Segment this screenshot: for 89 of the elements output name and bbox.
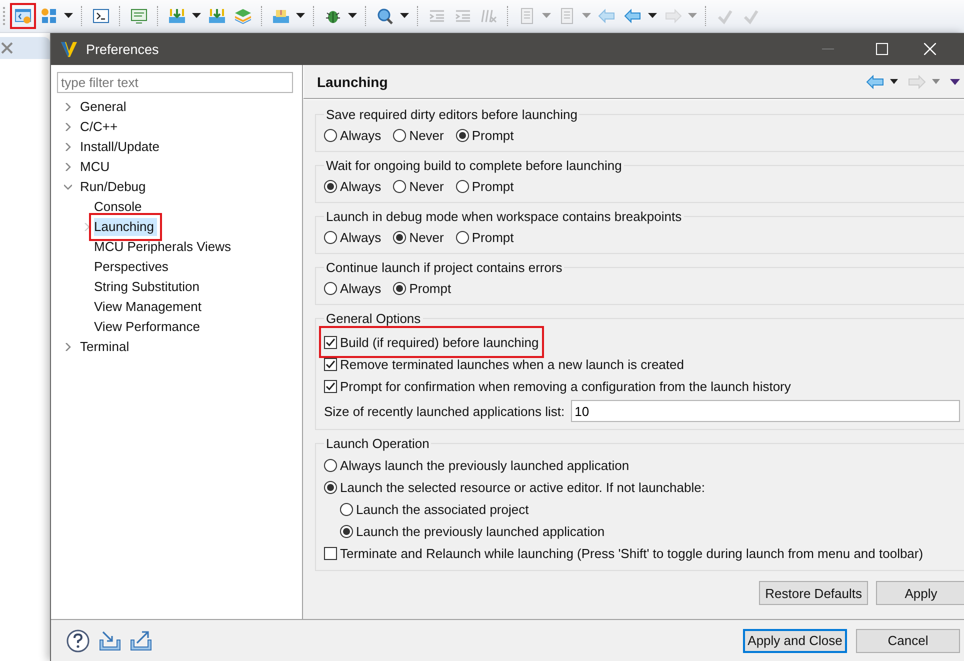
- dialog-button[interactable]: Apply and Close: [743, 628, 847, 652]
- tree-item[interactable]: Run/Debug: [79, 178, 149, 196]
- radio-circle[interactable]: [324, 128, 337, 142]
- radio-circle[interactable]: [456, 180, 469, 192]
- window-title: Preferences: [86, 42, 159, 56]
- tree-item[interactable]: C/C++: [79, 118, 121, 136]
- checkbox-option[interactable]: Prompt for confirmation when removing a configuration from the launch history: [324, 375, 791, 397]
- chevron-right-icon[interactable]: [64, 343, 72, 351]
- radio-circle[interactable]: [393, 282, 406, 294]
- page-button[interactable]: Apply: [876, 581, 964, 605]
- back-arrow-icon[interactable]: [866, 74, 884, 88]
- maximize-icon[interactable]: [876, 43, 888, 55]
- page-button[interactable]: Restore Defaults: [759, 581, 868, 605]
- chevron-right-icon[interactable]: [64, 123, 72, 131]
- app-icon[interactable]: [10, 3, 36, 29]
- radio-circle[interactable]: [324, 180, 337, 192]
- checkbox[interactable]: [324, 358, 337, 370]
- radio-option[interactable]: Launch the selected resource or active editor. If not launchable:: [324, 476, 705, 498]
- group-title: General Options: [325, 311, 422, 326]
- checkbox-option[interactable]: Build (if required) before launching: [324, 331, 539, 353]
- group-title: Save required dirty editors before launching: [325, 107, 578, 122]
- dropdown-caret-icon[interactable]: [192, 13, 201, 19]
- group-title: Launch in debug mode when workspace contains breakpoints: [325, 209, 683, 224]
- radio-circle[interactable]: [393, 128, 406, 142]
- dropdown-caret-icon[interactable]: [400, 13, 409, 19]
- radio-option[interactable]: Always: [324, 277, 382, 299]
- dropdown-caret-icon[interactable]: [296, 13, 305, 19]
- radio-option[interactable]: Never: [393, 175, 444, 197]
- checkbox-option[interactable]: Terminate and Relaunch while launching (Press 'Shift' to toggle during launch from menu and toolbar): [324, 542, 924, 564]
- radio-circle[interactable]: [456, 128, 469, 142]
- radio-option[interactable]: Prompt: [456, 226, 514, 248]
- dialog-button[interactable]: Cancel: [856, 628, 960, 652]
- radio-circle[interactable]: [324, 480, 337, 494]
- filter-field[interactable]: type filter text: [57, 72, 293, 93]
- help-icon[interactable]: [66, 628, 90, 652]
- radio-circle[interactable]: [324, 230, 337, 244]
- radio-circle[interactable]: [340, 502, 353, 516]
- tree-item[interactable]: MCU: [79, 158, 113, 176]
- radio-circle[interactable]: [324, 282, 337, 294]
- dropdown-caret-icon[interactable]: [648, 13, 657, 19]
- app-logo-icon: [60, 40, 78, 58]
- size-field[interactable]: 10: [570, 400, 960, 422]
- tree-item[interactable]: MCU Peripherals Views: [94, 238, 234, 256]
- radio-option[interactable]: Launch the associated project: [340, 498, 529, 520]
- tree-item[interactable]: View Performance: [94, 318, 203, 336]
- radio-option[interactable]: Always: [324, 124, 382, 146]
- tree-item[interactable]: Console: [94, 198, 145, 216]
- dropdown-caret-icon[interactable]: [64, 13, 73, 19]
- tree-item[interactable]: Perspectives: [94, 258, 172, 276]
- tree-item[interactable]: Terminal: [79, 338, 132, 356]
- checkbox[interactable]: [324, 546, 337, 560]
- chevron-right-icon[interactable]: [64, 163, 72, 171]
- radio-circle[interactable]: [393, 180, 406, 192]
- chevron-right-icon[interactable]: [64, 103, 72, 111]
- radio-option[interactable]: Never: [393, 124, 444, 146]
- import-icon[interactable]: [99, 630, 121, 650]
- radio-option[interactable]: Launch the previously launched application: [340, 520, 605, 542]
- tree-item[interactable]: Install/Update: [79, 138, 162, 156]
- editor-tab[interactable]: [0, 37, 50, 59]
- radio-circle[interactable]: [393, 230, 406, 244]
- checkbox[interactable]: [324, 380, 337, 392]
- radio-option[interactable]: Always launch the previously launched application: [324, 454, 630, 476]
- chevron-right-icon[interactable]: [64, 143, 72, 151]
- radio-option[interactable]: Always: [324, 226, 382, 248]
- radio-circle[interactable]: [324, 458, 337, 472]
- group-title: Continue launch if project contains errors: [325, 260, 564, 275]
- dropdown-caret-icon[interactable]: [890, 79, 898, 84]
- checkbox-option[interactable]: Remove terminated launches when a new launch is created: [324, 353, 684, 375]
- group-title: Launch Operation: [325, 436, 430, 451]
- radio-option[interactable]: Prompt: [456, 124, 514, 146]
- tree-item[interactable]: View Management: [94, 298, 204, 316]
- radio-option[interactable]: Prompt: [393, 277, 452, 299]
- chevron-right-icon[interactable]: [84, 223, 90, 231]
- field-label: Size of recently launched applications list:: [324, 404, 565, 418]
- radio-circle[interactable]: [340, 524, 353, 538]
- chevron-down-icon[interactable]: [64, 183, 72, 191]
- checkbox[interactable]: [324, 336, 337, 348]
- view-menu-icon[interactable]: [950, 78, 960, 84]
- group-title: Wait for ongoing build to complete before launching: [325, 158, 623, 173]
- radio-option[interactable]: Never: [393, 226, 444, 248]
- tree-item[interactable]: General: [79, 98, 130, 116]
- radio-option[interactable]: Prompt: [456, 175, 514, 197]
- radio-option[interactable]: Always: [324, 175, 382, 197]
- tree-item[interactable]: String Substitution: [94, 278, 203, 296]
- tree-item[interactable]: Launching: [94, 218, 157, 236]
- dropdown-caret-icon[interactable]: [348, 13, 357, 19]
- export-icon[interactable]: [130, 630, 152, 650]
- page-title: Launching: [317, 74, 388, 90]
- radio-circle[interactable]: [456, 230, 469, 244]
